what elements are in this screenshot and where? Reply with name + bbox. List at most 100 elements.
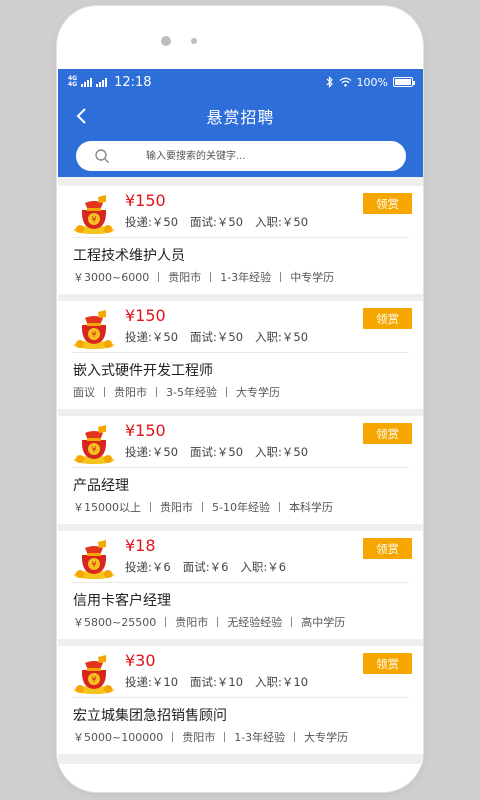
- job-meta: ￥5800~25500 贵阳市 无经验经验 高中学历: [73, 614, 345, 630]
- meta-separator: [158, 272, 160, 282]
- money-bag-icon: ¥: [74, 540, 114, 579]
- fee-apply: 投递:￥50: [125, 330, 179, 344]
- meta-separator: [291, 617, 293, 627]
- signal-icon: [81, 77, 93, 87]
- job-experience: 3-5年经验: [166, 386, 217, 399]
- reward-amount: ¥150: [125, 306, 166, 325]
- fee-interview: 面试:￥50: [190, 215, 244, 229]
- network-indicator: 4G 4G: [68, 75, 78, 88]
- job-salary: ￥3000~6000: [73, 271, 150, 284]
- job-meta: ￥15000以上 贵阳市 5-10年经验 本科学历: [73, 499, 333, 515]
- fee-interview: 面试:￥10: [190, 675, 244, 689]
- divider: [72, 582, 409, 583]
- back-arrow-icon: [76, 108, 86, 124]
- meta-separator: [165, 617, 167, 627]
- nav-bar: 悬赏招聘: [58, 99, 423, 133]
- job-location: 贵阳市: [175, 616, 209, 629]
- job-experience: 5-10年经验: [212, 501, 270, 514]
- claim-reward-button[interactable]: 领赏: [363, 653, 412, 674]
- job-education: 中专学历: [290, 271, 335, 284]
- job-location: 贵阳市: [114, 386, 147, 399]
- meta-separator: [156, 387, 157, 397]
- fee-onboard: 入职:￥50: [255, 330, 309, 344]
- divider: [72, 697, 409, 698]
- meta-separator: [172, 732, 174, 742]
- job-card[interactable]: ¥ ¥18 投递:￥6 面试:￥6 入职:￥6 领赏 信用卡客户经理 ￥5800…: [58, 531, 423, 639]
- money-bag-icon: ¥: [74, 655, 114, 694]
- meta-separator: [294, 732, 296, 742]
- svg-text:¥: ¥: [91, 675, 96, 684]
- search-input[interactable]: [146, 147, 386, 165]
- claim-reward-button[interactable]: 领赏: [363, 423, 412, 444]
- fee-onboard: 入职:￥6: [240, 560, 287, 574]
- meta-separator: [150, 502, 151, 512]
- divider: [72, 467, 409, 468]
- money-bag-icon: ¥: [74, 425, 114, 464]
- job-education: 高中学历: [301, 616, 346, 629]
- money-bag-icon: ¥: [74, 310, 114, 349]
- fee-onboard: 入职:￥50: [255, 445, 309, 459]
- job-meta: ￥5000~100000 贵阳市 1-3年经验 大专学历: [73, 729, 348, 745]
- job-education: 大专学历: [235, 386, 280, 399]
- job-card[interactable]: ¥ ¥30 投递:￥10 面试:￥10 入职:￥10 领赏 宏立城集团急招销售顾…: [58, 646, 423, 754]
- page-title: 悬赏招聘: [206, 108, 275, 127]
- meta-separator: [202, 502, 203, 512]
- job-salary: ￥15000以上: [73, 501, 141, 514]
- divider: [72, 352, 409, 353]
- job-title[interactable]: 产品经理: [73, 475, 129, 495]
- status-bar: 4G 4G 12:18 100%: [58, 69, 423, 95]
- job-list: ¥ ¥150 投递:￥50 面试:￥50 入职:￥50 领赏 工程技术维护人员 …: [58, 186, 423, 761]
- job-title[interactable]: 信用卡客户经理: [73, 590, 171, 610]
- status-time: 12:18: [114, 74, 152, 90]
- meta-separator: [104, 387, 105, 397]
- front-camera: [161, 36, 171, 46]
- fee-apply: 投递:￥50: [125, 445, 179, 459]
- back-button[interactable]: [72, 105, 94, 127]
- job-card[interactable]: ¥ ¥150 投递:￥50 面试:￥50 入职:￥50 领赏 产品经理 ￥150…: [58, 416, 423, 524]
- money-bag-icon: ¥: [74, 195, 114, 234]
- job-meta: ￥3000~6000 贵阳市 1-3年经验 中专学历: [73, 269, 334, 285]
- meta-separator: [210, 272, 212, 282]
- job-education: 本科学历: [288, 501, 333, 514]
- reward-amount: ¥150: [125, 191, 166, 210]
- svg-text:¥: ¥: [91, 330, 96, 339]
- job-location: 贵阳市: [168, 271, 202, 284]
- reward-amount: ¥18: [125, 536, 156, 555]
- sensor-dot: [191, 38, 197, 44]
- fee-breakdown: 投递:￥6 面试:￥6 入职:￥6: [125, 559, 286, 575]
- svg-text:¥: ¥: [91, 560, 96, 569]
- fee-apply: 投递:￥50: [125, 215, 179, 229]
- fee-breakdown: 投递:￥50 面试:￥50 入职:￥50: [125, 214, 308, 230]
- fee-interview: 面试:￥50: [190, 445, 244, 459]
- job-card[interactable]: ¥ ¥150 投递:￥50 面试:￥50 入职:￥50 领赏 嵌入式硬件开发工程…: [58, 301, 423, 409]
- job-experience: 1-3年经验: [234, 731, 286, 744]
- claim-reward-button[interactable]: 领赏: [363, 308, 412, 329]
- job-location: 贵阳市: [182, 731, 216, 744]
- bluetooth-icon: [326, 76, 333, 88]
- app-screen: 4G 4G 12:18 100% 悬赏招聘 输入要搜索的关键字... ¥ ¥15…: [58, 69, 423, 764]
- fee-breakdown: 投递:￥50 面试:￥50 入职:￥50: [125, 444, 308, 460]
- claim-reward-button[interactable]: 领赏: [363, 538, 412, 559]
- job-title[interactable]: 宏立城集团急招销售顾问: [73, 705, 227, 725]
- job-salary: 面议: [73, 386, 95, 399]
- divider: [72, 237, 409, 238]
- meta-separator: [225, 387, 227, 397]
- job-title[interactable]: 工程技术维护人员: [73, 245, 185, 265]
- meta-separator: [217, 617, 219, 627]
- reward-amount: ¥150: [125, 421, 166, 440]
- fee-onboard: 入职:￥50: [255, 215, 309, 229]
- meta-separator: [224, 732, 226, 742]
- claim-reward-button[interactable]: 领赏: [363, 193, 412, 214]
- fee-breakdown: 投递:￥10 面试:￥10 入职:￥10: [125, 674, 308, 690]
- job-title[interactable]: 嵌入式硬件开发工程师: [73, 360, 213, 380]
- svg-text:¥: ¥: [91, 445, 96, 454]
- job-salary: ￥5800~25500: [73, 616, 157, 629]
- job-salary: ￥5000~100000: [73, 731, 164, 744]
- job-meta: 面议 贵阳市 3-5年经验 大专学历: [73, 384, 280, 400]
- meta-separator: [280, 272, 282, 282]
- job-card[interactable]: ¥ ¥150 投递:￥50 面试:￥50 入职:￥50 领赏 工程技术维护人员 …: [58, 186, 423, 294]
- fee-breakdown: 投递:￥50 面试:￥50 入职:￥50: [125, 329, 308, 345]
- search-bar[interactable]: [76, 141, 406, 171]
- job-experience: 无经验经验: [227, 616, 283, 629]
- job-education: 大专学历: [304, 731, 349, 744]
